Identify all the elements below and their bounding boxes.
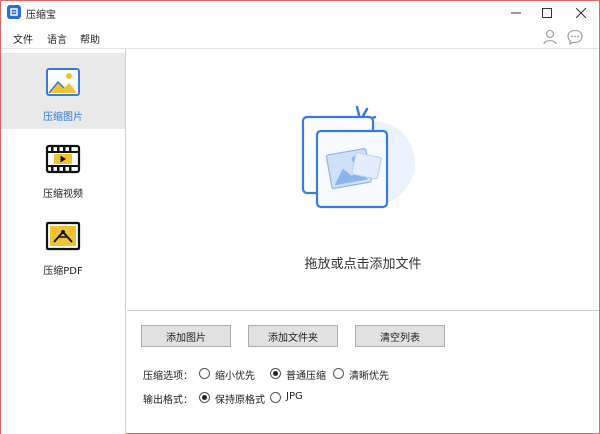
compress-options-label: 压缩选项：	[143, 371, 193, 382]
video-icon	[45, 144, 81, 174]
radio-clarity-priority-label[interactable]: 清晰优先	[349, 367, 389, 382]
sidebar-item-compress-pdf[interactable]: 压缩PDF	[1, 207, 125, 283]
add-image-button[interactable]: 添加图片	[141, 325, 231, 347]
sidebar-item-label: 压缩视频	[43, 189, 83, 200]
radio-keep-format-label[interactable]: 保持原格式	[215, 391, 265, 406]
minimize-button[interactable]	[501, 1, 531, 25]
add-folder-button[interactable]: 添加文件夹	[248, 325, 338, 347]
sidebar-item-label: 压缩图片	[43, 112, 83, 123]
close-button[interactable]	[566, 1, 596, 25]
radio-shrink-priority-label[interactable]: 缩小优先	[215, 367, 255, 382]
drop-zone-text: 拖放或点击添加文件	[304, 257, 422, 272]
menu-bar: 文件 语言 帮助	[1, 25, 599, 49]
radio-jpg[interactable]	[270, 392, 281, 403]
title-bar: 压缩宝	[1, 1, 599, 25]
app-title: 压缩宝	[26, 10, 56, 21]
output-format-label: 输出格式：	[143, 395, 193, 406]
radio-normal-compress-label[interactable]: 普通压缩	[286, 367, 326, 382]
maximize-button[interactable]	[532, 1, 562, 25]
clear-list-button[interactable]: 清空列表	[355, 325, 445, 347]
menu-language[interactable]: 语言	[47, 31, 67, 46]
sidebar-item-label: 压缩PDF	[43, 266, 83, 277]
chat-bubble-icon[interactable]	[566, 28, 584, 46]
radio-clarity-priority[interactable]	[333, 368, 344, 379]
sidebar: 压缩图片 压缩视频 压缩PDF	[1, 49, 126, 434]
menu-file[interactable]: 文件	[13, 31, 33, 46]
app-window: 压缩宝 文件 语言 帮助 压缩图片 压缩视频 压缩PDF 拖放或点击添加文件 添…	[0, 0, 600, 434]
image-icon	[46, 68, 80, 96]
app-logo-icon	[7, 5, 21, 19]
close-icon	[576, 8, 586, 18]
options-panel: 添加图片 添加文件夹 清空列表 压缩选项： 缩小优先 普通压缩 清晰优先 输出格…	[127, 312, 599, 434]
sidebar-item-compress-video[interactable]: 压缩视频	[1, 130, 125, 206]
radio-keep-format[interactable]	[199, 392, 210, 403]
radio-normal-compress[interactable]	[270, 368, 281, 379]
add-image-illustration-icon	[301, 105, 415, 209]
minimize-icon	[511, 12, 521, 14]
sidebar-item-compress-image[interactable]: 压缩图片	[1, 53, 125, 129]
menu-help[interactable]: 帮助	[80, 31, 100, 46]
radio-jpg-label[interactable]: JPG	[286, 391, 303, 402]
file-drop-zone[interactable]: 拖放或点击添加文件	[127, 49, 599, 311]
pdf-icon	[45, 221, 81, 251]
user-icon[interactable]	[541, 28, 559, 46]
radio-shrink-priority[interactable]	[199, 368, 210, 379]
maximize-icon	[542, 8, 552, 18]
